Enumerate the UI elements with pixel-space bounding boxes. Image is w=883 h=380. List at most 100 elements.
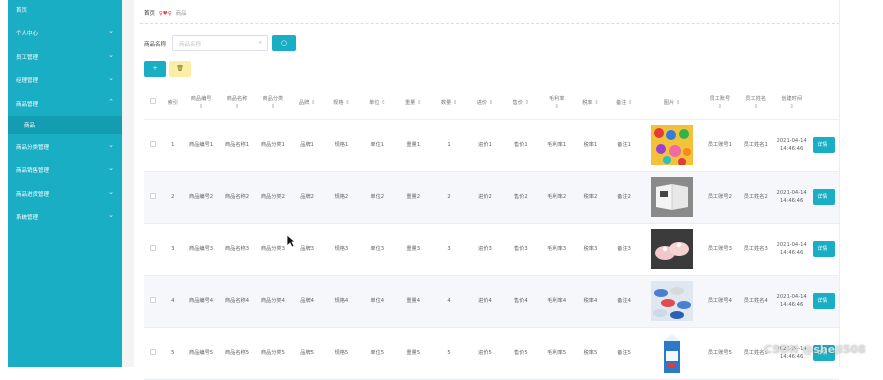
detail-button[interactable]: 详情 [813,137,836,153]
search-button[interactable]: ○ [272,35,296,51]
column-header[interactable]: 毛利率 ⇕ [538,87,575,120]
sidebar-item-home[interactable]: 首页 [8,0,122,20]
row-checkbox[interactable] [144,327,163,380]
column-header[interactable]: 商品分类 ⇕ [254,87,291,120]
sidebar-item-label: 商品分类管理 [16,145,50,151]
column-header[interactable]: 售价 ⇕ [502,87,539,120]
cell-spec: 规格1 [323,119,360,172]
search-placeholder: 商品名称 [179,42,202,48]
sidebar-item-label: 首页 [16,8,28,14]
sidebar-item-purchases[interactable]: 商品进货管理 ⌄ [8,184,122,204]
column-header[interactable]: 品牌 ⇕ [290,87,324,120]
product-image [642,119,702,172]
row-actions: 详情 [809,275,839,328]
cell-qty: 4 [431,275,467,328]
add-button[interactable]: + [144,61,166,77]
select-all-checkbox[interactable] [144,87,163,120]
column-header[interactable]: 图片 ⇕ [642,87,702,120]
column-header[interactable]: 数量 ⇕ [431,87,467,120]
column-header[interactable]: 单位 ⇕ [359,87,396,120]
content-gutter [122,0,134,367]
column-header[interactable]: 规格 ⇕ [323,87,360,120]
cell-qty: 5 [431,327,467,380]
cell-unit: 单位5 [359,327,396,380]
column-header[interactable]: 员工姓名 ⇕ [737,87,774,120]
sidebar-item-profile[interactable]: 个人中心 ⌄ [8,23,122,43]
breadcrumb-separator: ♀♥♀ [158,11,172,17]
cell-created: 2021-04-14 14:46:46 [773,119,810,172]
column-header[interactable]: 员工账号 ⇕ [701,87,738,120]
cell-weight: 重量2 [395,171,432,224]
sort-icon: ⇕ [198,103,204,110]
cell-weight: 重量3 [395,223,432,276]
cell-cost: 进价3 [467,223,503,276]
delete-icon: 🗑 [176,65,184,72]
table-row: 5 商品编号5 商品名称5 商品分类5 品牌5 规格5 单位5 重量5 5 进价5 售价5 毛利率5 税… [144,327,839,380]
sort-icon: ⇕ [381,99,386,106]
column-header[interactable]: 备注 ⇕ [606,87,643,120]
cell-weight: 重量4 [395,275,432,328]
sidebar-subitem-product[interactable]: 商品 [8,116,122,134]
cell-unit: 单位2 [359,171,396,224]
sort-icon: ⇕ [717,103,723,110]
product-table: 索引 商品编号 ⇕ 商品名称 ⇕ 商品分类 ⇕ 品牌 ⇕ 规格 ⇕ 单位 ⇕ 重量 ⇕… [144,87,839,380]
delete-button[interactable]: 🗑 [169,61,191,77]
sort-icon: ⇕ [627,99,633,106]
detail-button[interactable]: 详情 [813,189,836,205]
sidebar-item-products[interactable]: 商品管理 ⌃ [8,94,122,114]
chevron-down-icon: ⌄ [108,211,114,219]
table-row: 3 商品编号3 商品名称3 商品分类3 品牌3 规格3 单位3 重量3 3 进价3 售价3 毛利率3 税… [144,223,839,276]
breadcrumb-home[interactable]: 首页 [144,11,155,17]
sidebar-item-label: 商品管理 [16,102,39,108]
cell-code: 商品编号4 [183,275,220,328]
add-icon: + [152,65,158,72]
chevron-up-icon: ⌃ [108,98,114,106]
sort-icon: ⇕ [675,99,681,106]
sidebar-item-system[interactable]: 系统管理 ⌄ [8,207,122,227]
row-checkbox[interactable] [144,171,163,224]
cell-cost: 进价1 [467,119,503,172]
cell-index: 3 [162,223,184,276]
left-margin [0,0,8,367]
column-header[interactable]: 税率 ⇕ [574,87,607,120]
detail-button[interactable]: 详情 [813,293,836,309]
sort-icon: ⇕ [417,99,422,106]
main-content: 首页 ♀♥♀ 商品 商品名称 商品名称 ⌕ ○ + 🗑 索引 商品编号 ⇕ 商品… [134,0,840,380]
sidebar-item-label: 经理管理 [16,78,39,84]
column-header[interactable]: 商品名称 ⇕ [219,87,255,120]
sort-icon: ⇕ [310,99,316,106]
sidebar-item-sales[interactable]: 商品销售管理 ⌄ [8,160,122,180]
cell-spec: 规格3 [323,223,360,276]
table-header-row: 索引 商品编号 ⇕ 商品名称 ⇕ 商品分类 ⇕ 品牌 ⇕ 规格 ⇕ 单位 ⇕ 重量 ⇕… [144,87,839,120]
cell-code: 商品编号5 [183,327,220,380]
sort-icon: ⇕ [753,103,758,110]
column-header[interactable]: 创建时间 ⇕ [773,87,810,120]
cell-tax: 税率4 [574,275,607,328]
chevron-down-icon: ⌄ [108,74,114,82]
detail-button[interactable]: 详情 [813,241,836,257]
sort-icon: ⇕ [594,99,599,106]
row-checkbox[interactable] [144,223,163,276]
breadcrumb: 首页 ♀♥♀ 商品 [144,9,187,17]
cell-qty: 2 [431,171,467,224]
chevron-down-icon: ⌄ [108,141,114,149]
column-header[interactable]: 进价 ⇕ [467,87,503,120]
table-row: 2 商品编号2 商品名称2 商品分类2 品牌2 规格2 单位2 重量2 2 进价2 售价2 毛利率2 税… [144,171,839,224]
column-header[interactable]: 重量 ⇕ [395,87,432,120]
cell-code: 商品编号1 [183,119,220,172]
sidebar-item-categories[interactable]: 商品分类管理 ⌄ [8,137,122,157]
row-checkbox[interactable] [144,119,163,172]
sidebar-item-label: 员工管理 [16,55,39,61]
cell-emp-account: 员工账号4 [701,275,738,328]
sidebar-item-managers[interactable]: 经理管理 ⌄ [8,70,122,90]
cell-emp-account: 员工账号2 [701,171,738,224]
cell-emp-account: 员工账号1 [701,119,738,172]
search-input[interactable]: 商品名称 ⌕ [172,35,268,51]
cell-note: 备注4 [606,275,643,328]
cell-created: 2021-04-14 14:46:46 [773,171,810,224]
product-image [642,223,702,276]
row-checkbox[interactable] [144,275,163,328]
cell-category: 商品分类2 [254,171,291,224]
sidebar-item-employees[interactable]: 员工管理 ⌄ [8,47,122,67]
column-header[interactable]: 商品编号 ⇕ [183,87,220,120]
